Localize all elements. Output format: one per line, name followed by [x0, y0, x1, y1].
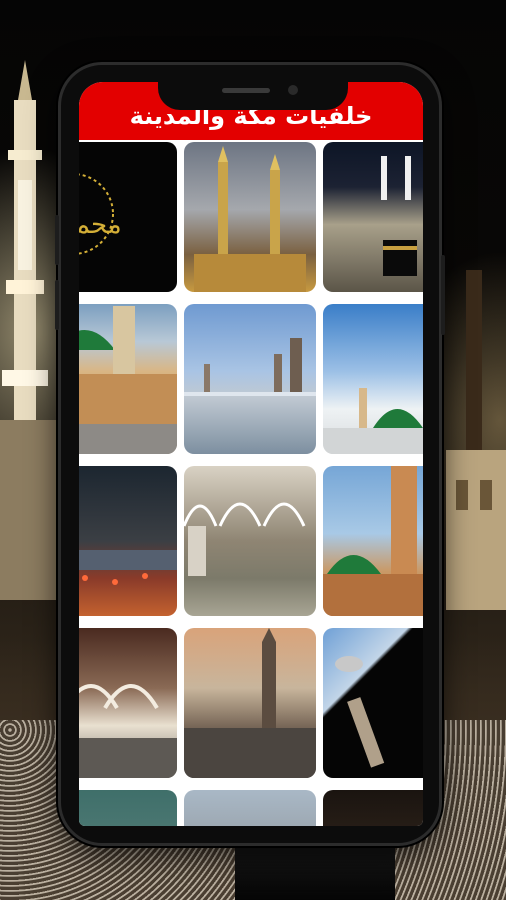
camera-icon: [288, 85, 298, 95]
wallpaper-tile-green-dome-blue-sky[interactable]: [323, 304, 423, 454]
wallpaper-tile-arched-interior-lights[interactable]: [79, 628, 177, 778]
phone-notch: [158, 76, 348, 110]
wallpaper-tile-green-dome-courtyard[interactable]: [79, 304, 177, 454]
moon-minaret-illustration: [335, 656, 385, 768]
minaret-dome-illustration: [323, 466, 423, 616]
minaret-right-illustration: [446, 270, 506, 610]
green-dome-illustration: [79, 306, 177, 454]
sunset-minaret-illustration: [184, 628, 316, 778]
kaaba-illustration: [381, 156, 417, 276]
wallpaper-tile-partial-teal[interactable]: [79, 790, 177, 826]
calligraphy-ornament: [79, 173, 114, 255]
wallpaper-tile-calligraphy-muhammad[interactable]: محمد: [79, 142, 177, 292]
minaret-left-illustration: [0, 60, 58, 600]
wallpaper-thumbnail: [184, 790, 316, 826]
wallpaper-thumbnail: [79, 790, 177, 826]
wallpaper-tile-kaaba-night-crowd[interactable]: [323, 142, 423, 292]
wallpaper-tile-partial-buildings[interactable]: [184, 790, 316, 826]
wallpaper-tile-minaret-green-dome[interactable]: [323, 466, 423, 616]
wallpaper-thumbnail: [323, 790, 423, 826]
dome-sky-illustration: [323, 388, 423, 454]
wallpaper-tile-city-night-tower[interactable]: [79, 466, 177, 616]
wallpaper-tile-masjid-plaza-umbrellas[interactable]: [184, 304, 316, 454]
wallpaper-tile-minaret-sunset[interactable]: [184, 628, 316, 778]
wallpaper-tile-silhouette-moon-minaret[interactable]: [323, 628, 423, 778]
interior-illustration: [79, 684, 177, 778]
plaza-illustration: [184, 338, 316, 396]
speaker-grille: [222, 88, 270, 93]
wallpaper-tile-masjid-minarets-dusk[interactable]: [184, 142, 316, 292]
wallpaper-tile-arched-hall-marble[interactable]: [184, 466, 316, 616]
minarets-illustration: [194, 146, 306, 292]
wallpaper-tile-partial-dark[interactable]: [323, 790, 423, 826]
city-illustration: [79, 550, 177, 585]
arches-illustration: [184, 502, 306, 576]
app-screen: خلفيات مكة والمدينة محمد: [79, 82, 423, 826]
